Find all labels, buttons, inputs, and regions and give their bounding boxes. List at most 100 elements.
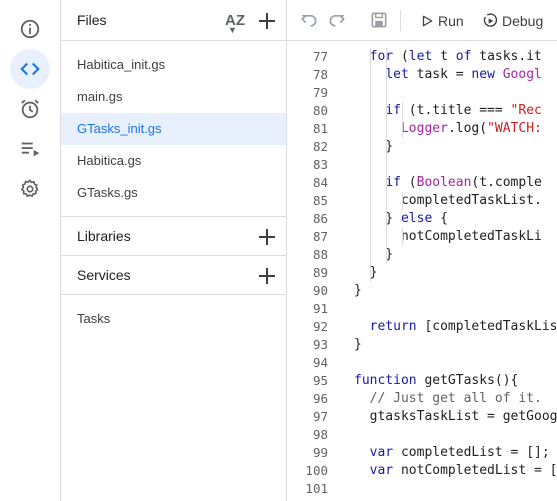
code-text: // Just get all of it. — [369, 391, 542, 406]
code-line: 85 completedTaskList. — [287, 192, 557, 210]
code-line: 78 let task = new Googl — [287, 66, 557, 84]
info-icon — [20, 19, 40, 39]
line-number: 93 — [312, 337, 328, 352]
line-number: 85 — [312, 193, 328, 208]
file-item[interactable]: Habitica_init.gs — [61, 49, 286, 81]
add-service-button[interactable] — [257, 266, 277, 286]
services-section: Services — [61, 255, 286, 294]
code-line: 93} — [287, 336, 557, 354]
play-icon — [422, 15, 433, 27]
code-text: let task = new Googl — [385, 67, 542, 82]
code-line: 92 return [completedTaskLis — [287, 318, 557, 336]
toolbar-divider — [400, 10, 401, 31]
editor-button[interactable] — [10, 49, 50, 89]
files-title: Files — [77, 12, 107, 28]
line-number: 88 — [312, 247, 328, 262]
line-number: 82 — [312, 139, 328, 154]
run-label: Run — [438, 13, 464, 29]
code-text: var completedList = []; — [369, 445, 550, 460]
files-panel: Files AZ ▼ Habitica_init.gs main.gs GTas… — [61, 0, 287, 501]
settings-button[interactable] — [10, 169, 50, 209]
code-text: return [completedTaskLis — [369, 319, 557, 334]
code-icon — [20, 62, 40, 76]
line-number: 97 — [312, 409, 328, 424]
file-item[interactable]: GTasks.gs — [61, 177, 286, 209]
code-line: 94 — [287, 354, 557, 372]
code-line: 99 var completedList = []; — [287, 444, 557, 462]
undo-icon[interactable] — [299, 10, 319, 30]
line-number: 86 — [312, 211, 328, 226]
run-button[interactable]: Run — [420, 11, 464, 31]
code-line: 86 } else { — [287, 210, 557, 228]
code-text: } — [354, 337, 362, 352]
file-item-selected[interactable]: GTasks_init.gs — [61, 113, 286, 145]
overview-button[interactable] — [10, 9, 50, 49]
code-line: 90} — [287, 282, 557, 300]
code-text: gtasksTaskList = getGoog — [354, 409, 557, 424]
code-text: } else { — [354, 211, 448, 226]
indent-guide — [386, 48, 387, 264]
services-label: Services — [77, 267, 131, 283]
line-number: 79 — [312, 85, 328, 100]
code-text: completedTaskList. — [354, 193, 542, 208]
line-number: 95 — [312, 373, 328, 388]
code-text: if (Boolean(t.comple — [385, 175, 542, 190]
executions-icon — [21, 142, 40, 157]
file-item[interactable]: Habitica.gs — [61, 145, 286, 177]
line-number: 80 — [312, 103, 328, 118]
debug-button[interactable]: Debug — [482, 11, 543, 31]
code-text: var notCompletedList = [ — [369, 463, 557, 478]
redo-icon[interactable] — [327, 10, 347, 30]
triggers-button[interactable] — [10, 89, 50, 129]
indent-guide — [402, 228, 403, 246]
code-line: 97 gtasksTaskList = getGoog — [287, 408, 557, 426]
code-text: Logger.log("WATCH: — [400, 121, 542, 136]
alarm-clock-icon — [21, 99, 39, 119]
left-rail — [0, 0, 61, 501]
debug-icon — [483, 13, 498, 27]
line-number: 98 — [312, 427, 328, 442]
libraries-section: Libraries — [61, 216, 286, 255]
code-line: 82 } — [287, 138, 557, 156]
code-text: } — [354, 283, 362, 298]
line-number: 84 — [312, 175, 328, 190]
line-number: 77 — [312, 49, 328, 64]
add-library-button[interactable] — [257, 227, 277, 247]
line-number: 94 — [312, 355, 328, 370]
line-number: 78 — [312, 67, 328, 82]
code-line: 87 notCompletedTaskLi — [287, 228, 557, 246]
sort-arrow-icon: ▼ — [228, 25, 237, 35]
code-text: for (let t of tasks.it — [369, 49, 542, 64]
code-line: 79 — [287, 84, 557, 102]
editor-toolbar: Run Debug — [287, 0, 557, 41]
code-editor: Run Debug 77 for (let t of tasks.it 78 le… — [287, 0, 557, 501]
code-line: 96 // Just get all of it. — [287, 390, 557, 408]
line-number: 81 — [312, 121, 328, 136]
indent-guide — [402, 102, 403, 138]
line-number: 90 — [312, 283, 328, 298]
gear-icon — [21, 179, 39, 197]
indent-guide — [370, 48, 371, 282]
line-number: 92 — [312, 319, 328, 334]
service-item-tasks[interactable]: Tasks — [77, 311, 110, 326]
files-header: Files AZ ▼ — [61, 0, 287, 41]
debug-label: Debug — [502, 13, 544, 29]
code-line: 81 Logger.log("WATCH: — [287, 120, 557, 138]
code-line: 95 function getGTasks(){ — [287, 372, 557, 390]
save-icon[interactable] — [369, 10, 389, 30]
add-file-button[interactable] — [257, 11, 277, 31]
line-number: 99 — [312, 445, 328, 460]
line-number: 101 — [305, 481, 328, 496]
line-number: 83 — [312, 157, 328, 172]
code-area[interactable]: 77 for (let t of tasks.it 78 let task = n… — [287, 41, 557, 501]
line-number: 96 — [312, 391, 328, 406]
code-line: 100 var notCompletedList = [ — [287, 462, 557, 480]
file-item[interactable]: main.gs — [61, 81, 286, 113]
code-text: function getGTasks(){ — [354, 373, 519, 388]
indent-guide — [402, 192, 403, 210]
line-number: 89 — [312, 265, 328, 280]
sort-az-button[interactable]: AZ ▼ — [224, 9, 246, 35]
code-text: } — [354, 247, 394, 262]
executions-button[interactable] — [10, 129, 50, 169]
code-line: 89 } — [287, 264, 557, 282]
